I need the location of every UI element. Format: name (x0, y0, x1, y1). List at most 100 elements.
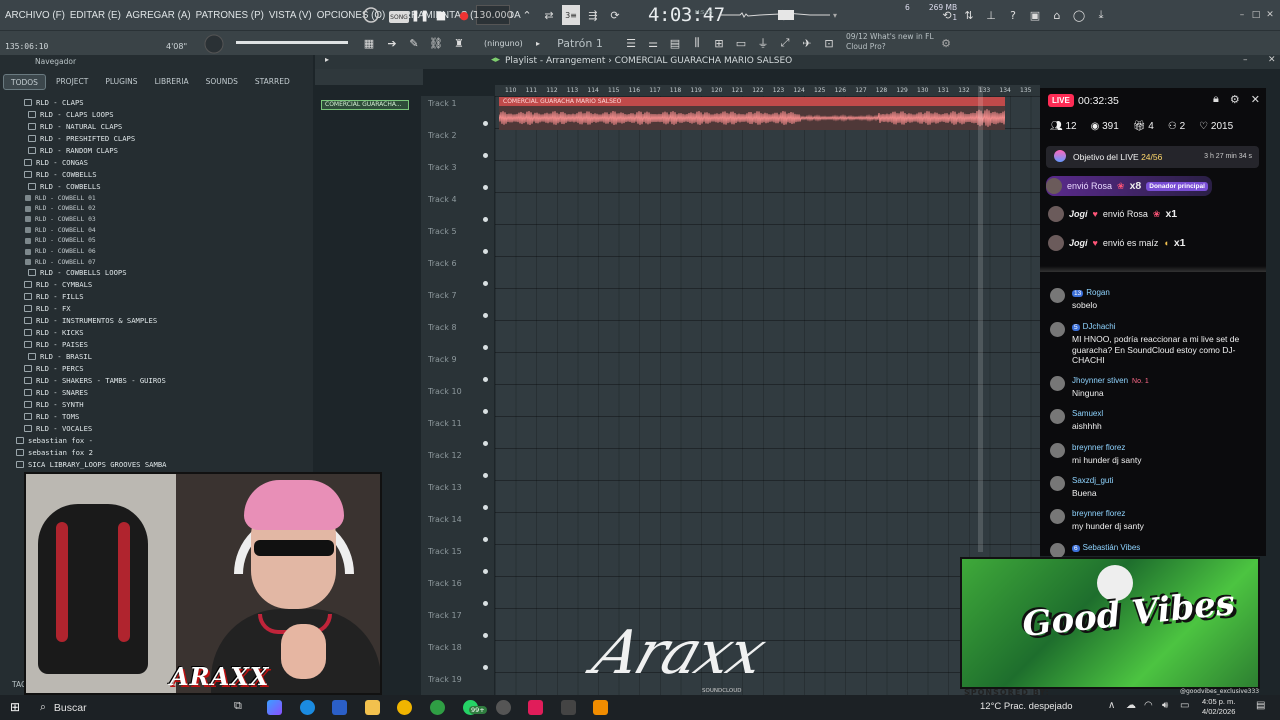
play-icon[interactable]: ❚❚ (411, 5, 429, 25)
master-volume-knob[interactable] (203, 33, 225, 55)
track-mute-toggle[interactable] (483, 569, 488, 574)
store-app-icon[interactable] (332, 700, 347, 715)
playlist-arrows-icon[interactable]: ◂▸ (491, 55, 500, 65)
help-icon[interactable]: ? (1006, 5, 1020, 25)
track-mute-toggle[interactable] (483, 601, 488, 606)
notifications-icon[interactable]: ▤ (1256, 700, 1265, 711)
download-icon[interactable]: ⤓ (1094, 5, 1108, 25)
browser-folder[interactable]: RLD - NATURAL CLAPS (28, 120, 122, 132)
browser-folder[interactable]: RLD - RANDOM CLAPS (28, 144, 118, 156)
song-mode-toggle[interactable]: SONG (389, 11, 409, 23)
track-name[interactable]: Track 6 (428, 259, 457, 268)
lock-icon[interactable]: 🔒︎ (1213, 93, 1219, 106)
track-mute-toggle[interactable] (483, 345, 488, 350)
copilot-icon[interactable] (267, 700, 282, 715)
track-name[interactable]: Track 7 (428, 291, 457, 300)
track-mute-toggle[interactable] (483, 217, 488, 222)
track-mute-toggle[interactable] (483, 505, 488, 510)
tray-chevron-icon[interactable]: ∧ (1108, 700, 1115, 711)
mixer-icon[interactable]: ⊥ (984, 5, 998, 25)
export-icon[interactable]: ⌂ (1050, 5, 1064, 25)
tray-app-icon[interactable]: ☁ (1126, 700, 1136, 711)
wifi-icon[interactable]: ◠ (1144, 700, 1153, 711)
system-clock[interactable]: 4:05 p. m. 4/02/2026 (1202, 697, 1235, 717)
chat-message[interactable]: Jhoynner stiven No. 1 Ninguna (1050, 376, 1260, 406)
chat-user[interactable]: 5 DJchachi (1072, 322, 1116, 331)
menu-add[interactable]: AGREGAR (A) (126, 10, 191, 21)
playlist-close-icon[interactable]: ✕ (1268, 55, 1276, 65)
tempo-tapper-icon[interactable]: ✈ (799, 33, 815, 53)
step-sequencer-icon[interactable]: ⚌ (645, 33, 661, 53)
menu-file[interactable]: ARCHIVO (F) (5, 10, 65, 21)
track-name[interactable]: Track 11 (428, 419, 462, 428)
fl-studio-icon[interactable] (593, 700, 608, 715)
settings-gear-icon[interactable]: ⚙ (938, 33, 954, 53)
track-mute-toggle[interactable] (483, 313, 488, 318)
track-mute-toggle[interactable] (483, 249, 488, 254)
browser-folder[interactable]: RLD - COWBELLS (28, 180, 101, 192)
blend-notes-icon[interactable]: ⇶ (584, 5, 602, 25)
news-panel[interactable]: 09/12 What's new in FL Cloud Pro? (846, 32, 934, 52)
browser-folder[interactable]: RLD - COWBELLS LOOPS (28, 267, 127, 279)
record-icon[interactable]: ● (457, 5, 471, 25)
browser-folder[interactable]: RLD - FILLS (24, 291, 84, 303)
browser-folder[interactable]: RLD - PERCS (24, 363, 84, 375)
refresh-icon[interactable]: ⟲ (940, 5, 954, 25)
track-mute-toggle[interactable] (483, 153, 488, 158)
touch-keyboard-icon[interactable]: ⤢ (777, 33, 793, 53)
menu-patterns[interactable]: PATRONES (P) (196, 10, 264, 21)
track-name[interactable]: Track 15 (428, 547, 462, 556)
stamp-icon[interactable]: ♜ (450, 33, 468, 53)
live-goal[interactable]: Objetivo del LIVE 24/56 3 h 27 min 34 s (1046, 146, 1259, 168)
maximize-icon[interactable]: □ (1250, 5, 1262, 25)
track-name[interactable]: Track 4 (428, 195, 457, 204)
track-name[interactable]: Track 5 (428, 227, 457, 236)
browser-folder[interactable]: sebastian fox - (16, 435, 93, 447)
chat-user[interactable]: breynner florez (1072, 509, 1125, 518)
minimize-icon[interactable]: – (1236, 5, 1248, 25)
track-name[interactable]: Track 9 (428, 355, 457, 364)
browser-folder[interactable]: RLD - KICKS (24, 327, 84, 339)
browser-folder[interactable]: RLD - SYNTH (24, 399, 84, 411)
track-mute-toggle[interactable] (483, 185, 488, 190)
menu-edit[interactable]: EDITAR (E) (70, 10, 121, 21)
step-edit-icon[interactable]: 3≡ (562, 5, 580, 25)
browser-folder[interactable]: RLD - PRESHIFTED CLAPS (28, 132, 135, 144)
browser-folder[interactable]: RLD - CLAPS LOOPS (28, 108, 114, 120)
weather-widget[interactable]: 12°C Prac. despejado (980, 701, 1073, 712)
menu-view[interactable]: VISTA (V) (269, 10, 312, 21)
tab-sounds[interactable]: SOUNDS (199, 74, 245, 90)
track-mute-toggle[interactable] (483, 441, 488, 446)
windows-start-icon[interactable]: ⊞ (10, 700, 20, 714)
track-mute-toggle[interactable] (483, 377, 488, 382)
track-name[interactable]: Track 12 (428, 451, 462, 460)
countdown-icon[interactable]: ⇄ (540, 5, 558, 25)
close-icon[interactable]: ✕ (1264, 5, 1276, 25)
master-pitch-slider[interactable] (236, 41, 348, 44)
pencil-icon[interactable]: ✎ (405, 33, 423, 53)
save-icon[interactable]: ▣ (1028, 5, 1042, 25)
chat-message[interactable]: Samuexl aishhhh (1050, 409, 1260, 439)
track-mute-toggle[interactable] (483, 473, 488, 478)
task-view-icon[interactable]: ⧉ (234, 700, 242, 713)
browser-folder[interactable]: RLD - SHAKERS - TAMBS - GUIROS (24, 375, 166, 387)
taskbar-search[interactable]: ⌕ Buscar (34, 695, 224, 720)
capcut-icon[interactable] (561, 700, 576, 715)
loop-record-icon[interactable]: ⟳ (606, 5, 624, 25)
chat-message[interactable]: breynner florez mi hunder dj santy (1050, 443, 1260, 473)
tab-plugins[interactable]: PLUGINS (98, 74, 144, 90)
track-mute-toggle[interactable] (483, 633, 488, 638)
tab-project[interactable]: PROJECT (49, 74, 95, 90)
edge-icon[interactable] (300, 700, 315, 715)
tab-all[interactable]: TODOS (3, 74, 46, 90)
browser-icon[interactable]: ▭ (733, 33, 749, 53)
browser-folder[interactable]: RLD - CONGAS (24, 156, 88, 168)
browser-folder[interactable]: RLD - COWBELLS (24, 168, 97, 180)
metronome-icon[interactable] (360, 5, 382, 25)
chat-user[interactable]: breynner florez (1072, 443, 1125, 452)
volume-icon[interactable]: 🔊︎ (1162, 700, 1168, 711)
browser-folder[interactable]: SICA LIBRARY_LOOPS GROOVES SAMBA (16, 459, 166, 471)
browser-folder[interactable]: RLD - TOMS (24, 411, 79, 423)
playlist-minimize-icon[interactable]: – (1243, 55, 1248, 65)
arrow-right-icon[interactable]: ➔ (383, 33, 401, 53)
